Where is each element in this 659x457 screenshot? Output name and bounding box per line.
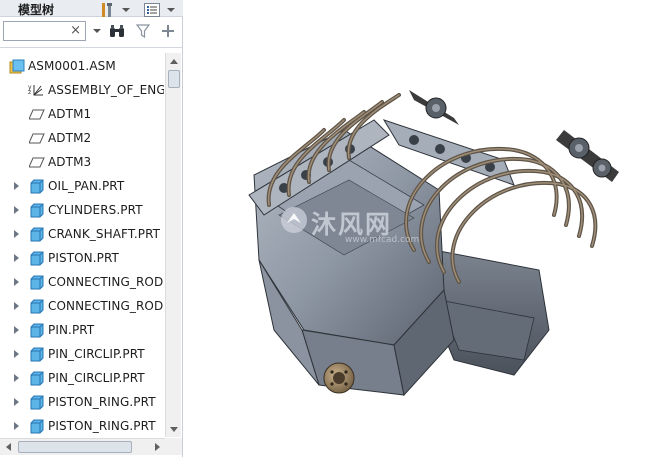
tree-item-label: PISTON_RING.PRT (48, 395, 156, 409)
expand-arrow-icon[interactable] (14, 398, 19, 406)
part-icon (29, 371, 45, 386)
show-dropdown-icon[interactable] (162, 0, 180, 20)
svg-text:z: z (28, 89, 31, 96)
expand-arrow-icon[interactable] (14, 254, 19, 262)
tree-item-label: CRANK_SHAFT.PRT (48, 227, 161, 241)
expand-arrow-icon[interactable] (14, 230, 19, 238)
tools-icon[interactable] (98, 0, 116, 20)
watermark-url: www.mfcad.com (345, 235, 420, 245)
graphics-viewport[interactable]: 沐风网 www.mfcad.com (184, 0, 659, 457)
part-icon (29, 419, 45, 434)
tree-item-datum[interactable]: ADTM1 (0, 103, 164, 127)
tree-item-datum[interactable]: ADTM3 (0, 151, 164, 175)
tree-item-part[interactable]: PISTON_RING.PRT (0, 415, 164, 435)
tree-item-part[interactable]: PIN_CIRCLIP.PRT (0, 367, 164, 391)
search-box[interactable]: × (3, 21, 86, 41)
tree-item-label: CYLINDERS.PRT (48, 203, 143, 217)
add-icon[interactable] (159, 21, 177, 41)
model-tree-panel: 模型树 × ASM0001.ASM y z ASSEMBLY_OF_ENG AD… (0, 0, 183, 457)
scroll-down-arrow-icon[interactable] (166, 421, 182, 437)
search-row: × (0, 21, 183, 43)
tree-item-label: PIN_CIRCLIP.PRT (48, 347, 145, 361)
expand-arrow-icon[interactable] (14, 350, 19, 358)
tree-item-label: ADTM3 (48, 155, 92, 169)
tree-item-datum[interactable]: ADTM2 (0, 127, 164, 151)
scroll-left-arrow-icon[interactable] (0, 439, 16, 455)
expand-arrow-icon[interactable] (14, 326, 19, 334)
tree-item-label: PISTON.PRT (48, 251, 119, 265)
clear-search-icon[interactable]: × (70, 23, 81, 39)
part-icon (29, 275, 45, 290)
tree-item-part[interactable]: PIN_CIRCLIP.PRT (0, 343, 164, 367)
tree-item-label: OIL_PAN.PRT (48, 179, 125, 193)
datum-plane-icon (28, 155, 45, 170)
part-icon (29, 203, 45, 218)
model-tree: ASM0001.ASM y z ASSEMBLY_OF_ENG ADTM1 AD… (0, 55, 164, 435)
panel-header: 模型树 (0, 0, 183, 17)
tree-item-part[interactable]: CRANK_SHAFT.PRT (0, 223, 164, 247)
tree-item-label: PISTON_RING.PRT (48, 419, 156, 433)
search-input[interactable] (4, 22, 72, 40)
timing-belt-right[interactable] (556, 130, 619, 182)
scroll-up-arrow-icon[interactable] (166, 53, 182, 69)
expand-arrow-icon[interactable] (14, 374, 19, 382)
panel-divider (0, 47, 183, 48)
show-list-icon[interactable] (143, 0, 161, 20)
scroll-right-arrow-icon[interactable] (149, 439, 165, 455)
panel-title: 模型树 (18, 3, 55, 17)
tree-item-part[interactable]: PISTON_RING.PRT (0, 391, 164, 415)
tree-item-label: PIN_CIRCLIP.PRT (48, 371, 145, 385)
watermark-logo-icon (281, 207, 307, 233)
part-icon (29, 227, 45, 242)
tools-dropdown-icon[interactable] (117, 0, 135, 20)
search-dropdown-icon[interactable] (88, 21, 106, 41)
datum-plane-icon (28, 107, 45, 122)
tree-item-root[interactable]: ASM0001.ASM (0, 55, 164, 79)
part-icon (29, 323, 45, 338)
tree-item-csys[interactable]: y z ASSEMBLY_OF_ENG (0, 79, 164, 103)
tree-item-label: ASM0001.ASM (28, 59, 116, 73)
tree-item-label: PIN.PRT (48, 323, 95, 337)
tree-item-label: ASSEMBLY_OF_ENG (48, 83, 164, 97)
datum-plane-icon (28, 131, 45, 146)
tree-item-label: ADTM2 (48, 131, 92, 145)
tree-item-part[interactable]: CONNECTING_ROD (0, 271, 164, 295)
tree-item-part[interactable]: OIL_PAN.PRT (0, 175, 164, 199)
engine-model[interactable] (184, 0, 659, 457)
part-icon (29, 251, 45, 266)
tree-item-part[interactable]: CYLINDERS.PRT (0, 199, 164, 223)
part-icon (29, 299, 45, 314)
tree-horizontal-scrollbar[interactable] (0, 438, 165, 455)
tree-item-part[interactable]: PIN.PRT (0, 319, 164, 343)
assembly-icon (9, 59, 25, 74)
tree-vertical-scrollbar[interactable] (165, 53, 181, 437)
part-icon (29, 179, 45, 194)
scrollbar-corner (165, 438, 182, 455)
find-binoculars-icon[interactable] (108, 21, 126, 41)
expand-arrow-icon[interactable] (14, 278, 19, 286)
part-icon (29, 395, 45, 410)
expand-arrow-icon[interactable] (14, 302, 19, 310)
timing-belt-left[interactable] (409, 90, 459, 125)
tree-item-label: ADTM1 (48, 107, 92, 121)
expand-arrow-icon[interactable] (14, 182, 19, 190)
tree-item-label: CONNECTING_ROD (48, 275, 164, 289)
expand-arrow-icon[interactable] (14, 422, 19, 430)
tree-item-part[interactable]: CONNECTING_ROD (0, 295, 164, 319)
part-icon (29, 347, 45, 362)
tree-item-part[interactable]: PISTON.PRT (0, 247, 164, 271)
expand-arrow-icon[interactable] (14, 206, 19, 214)
coordinate-system-icon: y z (28, 83, 44, 98)
cylinder-block[interactable] (253, 129, 455, 397)
tree-item-label: CONNECTING_ROD (48, 299, 164, 313)
filter-icon[interactable] (134, 21, 152, 41)
vertical-scroll-thumb[interactable] (168, 70, 180, 88)
crank-pulley[interactable] (323, 362, 355, 394)
horizontal-scroll-thumb[interactable] (18, 441, 132, 453)
